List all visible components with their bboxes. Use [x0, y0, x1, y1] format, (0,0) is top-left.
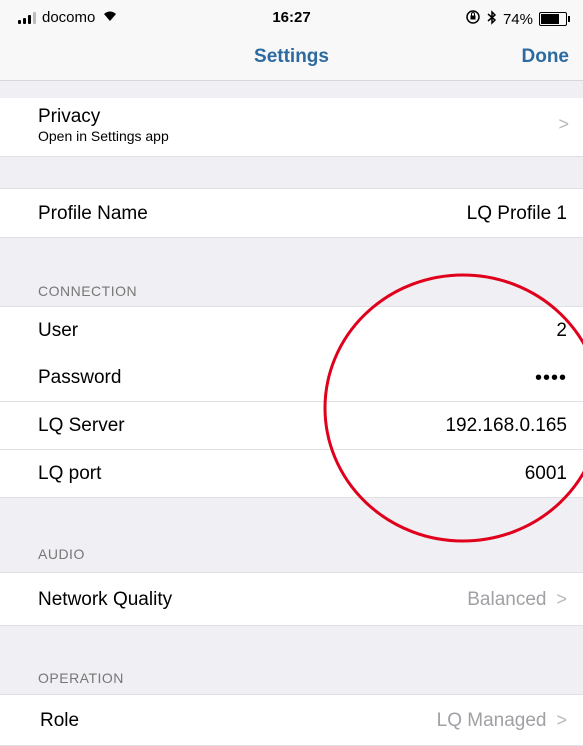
operation-header: OPERATION [38, 670, 124, 686]
chevron-right-icon: > [556, 710, 567, 730]
lq-server-label: LQ Server [38, 415, 125, 436]
chevron-right-icon: > [558, 114, 569, 134]
profile-name-value: LQ Profile 1 [466, 203, 567, 224]
orientation-lock-icon [465, 9, 481, 29]
navigation-bar: Settings Done [0, 34, 583, 81]
status-bar: docomo 16:27 74% [0, 0, 583, 34]
role-label: Role [40, 710, 80, 731]
bluetooth-icon [487, 9, 497, 29]
battery-percent: 74% [502, 10, 533, 28]
role-value: LQ Managed [436, 710, 547, 731]
connection-header: CONNECTION [38, 283, 138, 299]
status-right: 74% [465, 9, 570, 29]
privacy-row[interactable]: Privacy Open in Settings app > [0, 98, 583, 157]
network-quality-label: Network Quality [38, 589, 173, 610]
lq-port-row[interactable]: LQ port 6001 [0, 450, 583, 498]
chevron-right-icon: > [556, 589, 567, 609]
lq-server-value: 192.168.0.165 [445, 415, 567, 436]
password-row[interactable]: Password •••• [0, 354, 583, 402]
password-value: •••• [534, 367, 567, 389]
battery-icon [539, 12, 570, 26]
privacy-subtitle: Open in Settings app [38, 128, 169, 144]
role-row[interactable]: Role LQ Managed > [0, 694, 583, 746]
done-button[interactable]: Done [522, 46, 570, 68]
audio-header: AUDIO [38, 546, 85, 562]
user-label: User [38, 320, 79, 341]
user-value: 2 [556, 320, 567, 341]
battery-fill [541, 14, 559, 24]
network-quality-value: Balanced [467, 589, 547, 610]
profile-name-label: Profile Name [38, 203, 148, 224]
page-title: Settings [254, 46, 329, 67]
password-label: Password [38, 367, 122, 388]
privacy-title: Privacy [38, 106, 101, 127]
role-value-group: LQ Managed > [437, 710, 567, 732]
network-quality-row[interactable]: Network Quality Balanced > [0, 572, 583, 626]
lq-port-label: LQ port [38, 463, 102, 484]
lq-port-value: 6001 [524, 463, 567, 484]
user-row[interactable]: User 2 [0, 306, 583, 355]
network-quality-value-group: Balanced > [467, 589, 567, 611]
profile-name-row[interactable]: Profile Name LQ Profile 1 [0, 188, 583, 238]
lq-server-row[interactable]: LQ Server 192.168.0.165 [0, 402, 583, 450]
